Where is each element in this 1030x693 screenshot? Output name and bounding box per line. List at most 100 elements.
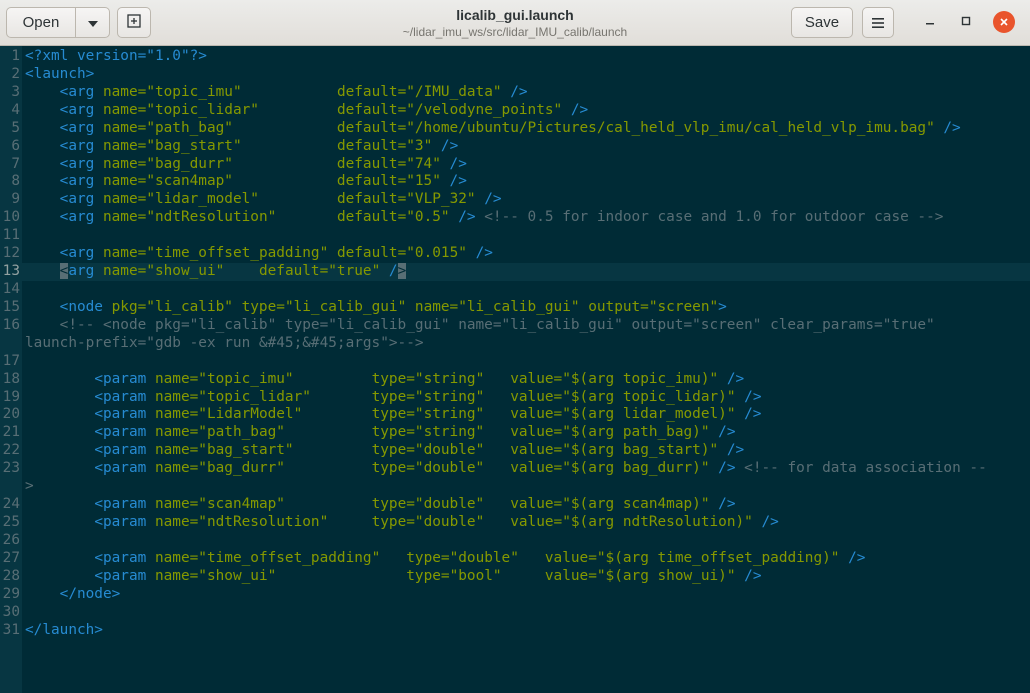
- code-line[interactable]: 23 <param name="bag_durr" type="double" …: [0, 460, 1030, 478]
- code-line[interactable]: 27 <param name="time_offset_padding" typ…: [0, 550, 1030, 568]
- open-button[interactable]: Open: [7, 8, 76, 37]
- line-number: 14: [2, 280, 20, 297]
- code-token: "path_bag": [198, 424, 285, 441]
- save-button[interactable]: Save: [791, 7, 853, 38]
- code-line[interactable]: 21 <param name="path_bag" type="string" …: [0, 424, 1030, 442]
- code-line[interactable]: 26: [0, 532, 1030, 550]
- code-line[interactable]: 6 <arg name="bag_start" default="3" />: [0, 138, 1030, 156]
- code-token: default=: [336, 191, 407, 208]
- code-line[interactable]: 7 <arg name="bag_durr" default="74" />: [0, 156, 1030, 174]
- code-token: value=: [510, 406, 563, 423]
- close-button[interactable]: [992, 10, 1016, 34]
- code-token: <param: [94, 370, 155, 387]
- code-token: value=: [544, 549, 597, 566]
- code-token: type=: [371, 442, 415, 459]
- code-token: default=: [336, 137, 407, 154]
- code-token: "$(arg topic_lidar)": [562, 388, 736, 405]
- maximize-button[interactable]: [954, 10, 978, 34]
- code-token: "$(arg show_ui)": [596, 567, 736, 584]
- code-line[interactable]: 28 <param name="show_ui" type="bool" val…: [0, 568, 1030, 586]
- line-number: 8: [11, 173, 20, 190]
- code-token: />: [475, 191, 502, 208]
- line-text: <arg name="bag_start" default="3" />: [25, 137, 459, 156]
- code-line[interactable]: 3 <arg name="topic_imu" default="/IMU_da…: [0, 84, 1030, 102]
- code-token: name=: [414, 298, 459, 315]
- line-text: <param name="ndtResolution" type="double…: [25, 514, 779, 532]
- code-line[interactable]: 11: [0, 227, 1030, 245]
- code-line[interactable]: 17: [0, 353, 1030, 371]
- code-line[interactable]: 31 </launch>: [0, 622, 1030, 640]
- line-text: <arg name="bag_durr" default="74" />: [25, 156, 467, 174]
- code-token: "show_ui": [198, 567, 277, 584]
- line-text: <!-- <node pkg="li_calib" type="li_calib…: [25, 317, 935, 335]
- new-tab-button[interactable]: [117, 7, 151, 38]
- code-token: "li_calib_gui": [458, 298, 580, 315]
- code-line[interactable]: 2 <launch>: [0, 66, 1030, 84]
- code-line[interactable]: 10 <arg name="ndtResolution" default="0.…: [0, 209, 1030, 227]
- code-token: value=: [544, 567, 597, 584]
- code-line[interactable]: 25 <param name="ndtResolution" type="dou…: [0, 514, 1030, 532]
- code-line[interactable]: 4 <arg name="topic_lidar" default="/velo…: [0, 102, 1030, 120]
- code-line[interactable]: 30: [0, 604, 1030, 622]
- hamburger-menu-button[interactable]: [862, 7, 894, 38]
- line-number: 1: [11, 48, 20, 64]
- code-token: <param: [94, 424, 155, 441]
- code-token: name=: [102, 209, 147, 226]
- open-button-group[interactable]: Open: [6, 7, 110, 38]
- code-token: default=: [336, 155, 407, 172]
- line-text: <arg name="scan4map" default="15" />: [25, 173, 467, 191]
- code-token: name=: [154, 442, 199, 459]
- minimize-button[interactable]: [918, 10, 942, 34]
- line-text: <param name="LidarModel" type="string" v…: [25, 406, 761, 424]
- code-token: "74": [406, 155, 441, 172]
- code-token: <arg: [59, 83, 103, 100]
- code-line[interactable]: 18 <param name="topic_imu" type="string"…: [0, 371, 1030, 389]
- code-token: <param: [94, 388, 155, 405]
- code-line[interactable]: 15 <node pkg="li_calib" type="li_calib_g…: [0, 299, 1030, 317]
- code-line[interactable]: 19 <param name="topic_lidar" type="strin…: [0, 389, 1030, 407]
- code-line[interactable]: 1 <?xml version="1.0"?>: [0, 48, 1030, 66]
- code-line[interactable]: 9 <arg name="lidar_model" default="VLP_3…: [0, 191, 1030, 209]
- code-line[interactable]: 20 <param name="LidarModel" type="string…: [0, 406, 1030, 424]
- code-line[interactable]: 29 </node>: [0, 586, 1030, 604]
- code-line[interactable]: 24 <param name="scan4map" type="double" …: [0, 496, 1030, 514]
- code-token: "LidarModel": [198, 406, 303, 423]
- code-token: /: [380, 263, 398, 280]
- code-line[interactable]: 5 <arg name="path_bag" default="/home/ub…: [0, 120, 1030, 138]
- code-token: name=: [102, 119, 147, 136]
- code-line[interactable]: 16 <!-- <node pkg="li_calib" type="li_ca…: [0, 317, 1030, 335]
- code-token: pkg=: [111, 298, 147, 315]
- code-line[interactable]: launch-prefix="gdb -ex run &#45;&#45;arg…: [0, 335, 1030, 353]
- line-text: <arg name="show_ui" default="true" />: [25, 263, 407, 281]
- code-token: default=: [336, 101, 407, 118]
- code-line[interactable]: 8 <arg name="scan4map" default="15" />: [0, 173, 1030, 191]
- code-token: "time_offset_padding": [198, 549, 381, 566]
- code-token: <!-- 0.5 for indoor case and 1.0 for out…: [475, 209, 944, 226]
- code-token: name=: [154, 424, 199, 441]
- open-menu-button[interactable]: [76, 8, 109, 37]
- line-text: <param name="bag_start" type="double" va…: [25, 442, 744, 460]
- code-area[interactable]: 1 <?xml version="1.0"?> 2 <launch> 3 <arg na…: [0, 48, 1030, 639]
- line-text: <?xml version="1.0"?>: [25, 48, 207, 66]
- code-token: name=: [154, 496, 199, 513]
- line-text: <launch>: [25, 66, 94, 84]
- code-token: >: [397, 263, 407, 280]
- code-token: "15": [406, 173, 441, 190]
- code-line[interactable]: 22 <param name="bag_start" type="double"…: [0, 442, 1030, 460]
- code-line[interactable]: 13 <arg name="show_ui" default="true" />: [0, 263, 1030, 281]
- code-line[interactable]: 14: [0, 281, 1030, 299]
- code-line[interactable]: >: [0, 478, 1030, 496]
- line-text: <arg name="lidar_model" default="VLP_32"…: [25, 191, 502, 209]
- line-text: <arg name="topic_lidar" default="/velody…: [25, 101, 589, 120]
- code-line[interactable]: 12 <arg name="time_offset_padding" defau…: [0, 245, 1030, 263]
- code-editor[interactable]: 1 <?xml version="1.0"?> 2 <launch> 3 <arg na…: [0, 46, 1030, 693]
